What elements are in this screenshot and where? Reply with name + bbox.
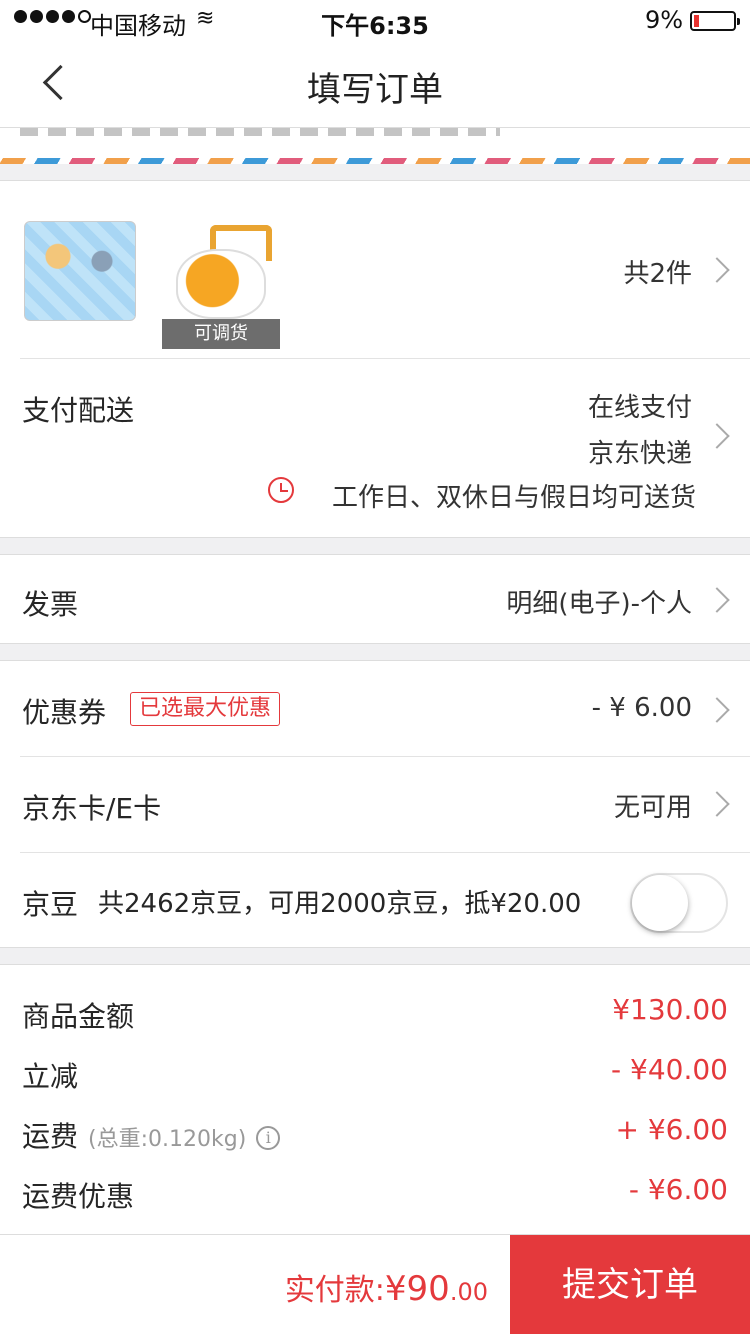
shipping-weight: (总重:0.120kg) — [88, 1127, 247, 1152]
battery-icon — [690, 11, 740, 31]
discounts-section: 优惠券 已选最大优惠 - ¥ 6.00 京东卡/E卡 无可用 京豆 共2462京… — [0, 660, 750, 948]
instant-discount-value: - ¥40.00 — [611, 1053, 728, 1086]
jd-beans-row: 京豆 共2462京豆，可用2000京豆，抵¥20.00 — [0, 853, 750, 948]
info-icon[interactable]: i — [256, 1126, 281, 1150]
jd-beans-toggle[interactable] — [630, 873, 728, 933]
max-discount-badge: 已选最大优惠 — [130, 692, 281, 726]
chevron-right-icon — [704, 697, 730, 723]
toy-body — [176, 249, 266, 319]
shipping-discount-label: 运费优惠 — [22, 1180, 135, 1213]
address-section[interactable] — [0, 128, 750, 164]
product-image-toy: 可调货 — [162, 225, 280, 349]
total-payable-amount: ¥90 — [384, 1269, 450, 1309]
total-payable-decimal: .00 — [449, 1278, 488, 1306]
item-count: 共2件 — [623, 259, 692, 289]
invoice-label: 发票 — [22, 588, 79, 621]
toggle-knob — [632, 875, 688, 931]
coupon-row[interactable]: 优惠券 已选最大优惠 - ¥ 6.00 — [0, 661, 750, 756]
battery-percentage: 9% — [645, 6, 684, 34]
order-items-section: 可调货 共2件 支付配送 在线支付 京东快递 工作日、双休日与假日均可送货 — [0, 180, 750, 538]
goods-amount-value: ¥130.00 — [612, 993, 728, 1026]
shipping-row: 运费 (总重:0.120kg) i — [22, 1115, 281, 1155]
shipping-discount-value: - ¥6.00 — [628, 1173, 728, 1206]
coupon-value: - ¥ 6.00 — [591, 693, 692, 723]
payment-delivery-row[interactable]: 支付配送 在线支付 京东快递 工作日、双休日与假日均可送货 — [0, 359, 750, 539]
status-bar: 中国移动 ≋ 下午6:35 9% — [0, 0, 750, 40]
price-summary-section: 商品金额 ¥130.00 立减 - ¥40.00 运费 (总重:0.120kg) i… — [0, 964, 750, 1234]
goods-amount-label: 商品金额 — [22, 1000, 135, 1033]
invoice-value: 明细(电子)-个人 — [506, 589, 692, 619]
total-payable-label: 实付款: — [284, 1273, 385, 1308]
payment-delivery-label: 支付配送 — [22, 394, 135, 427]
chevron-right-icon — [704, 587, 730, 613]
jd-beans-label: 京豆 — [22, 888, 79, 921]
delivery-method: 京东快递 — [587, 439, 692, 469]
chevron-right-icon — [704, 791, 730, 817]
shipping-value: + ¥6.00 — [615, 1113, 728, 1146]
page-title: 填写订单 — [307, 70, 443, 110]
delivery-note: 工作日、双休日与假日均可送货 — [331, 483, 696, 513]
shipping-label: 运费 — [22, 1120, 79, 1153]
checkout-bar: 实付款:¥90.00 提交订单 — [0, 1234, 750, 1334]
submit-order-button[interactable]: 提交订单 — [510, 1235, 750, 1334]
total-payable: 实付款:¥90.00 — [285, 1265, 488, 1309]
chevron-right-icon — [704, 423, 730, 449]
payment-method: 在线支付 — [587, 393, 692, 423]
jd-card-label: 京东卡/E卡 — [22, 792, 162, 825]
address-text-scrolled — [20, 128, 500, 136]
transfer-stock-badge: 可调货 — [162, 319, 280, 349]
jd-card-value: 无可用 — [613, 793, 692, 823]
product-image-blanket — [24, 221, 136, 321]
clock-time: 下午6:35 — [321, 12, 429, 40]
invoice-row[interactable]: 发票 明细(电子)-个人 — [0, 554, 750, 644]
clock-icon — [268, 477, 294, 503]
envelope-stripe-divider — [0, 158, 750, 164]
jd-card-row[interactable]: 京东卡/E卡 无可用 — [0, 757, 750, 852]
product-list-row[interactable]: 可调货 共2件 — [0, 181, 750, 358]
chevron-right-icon — [704, 257, 730, 283]
coupon-label: 优惠券 — [22, 696, 107, 729]
nav-bar: 填写订单 — [0, 40, 750, 128]
jd-beans-detail: 共2462京豆，可用2000京豆，抵¥20.00 — [98, 889, 582, 919]
instant-discount-label: 立减 — [22, 1060, 79, 1093]
